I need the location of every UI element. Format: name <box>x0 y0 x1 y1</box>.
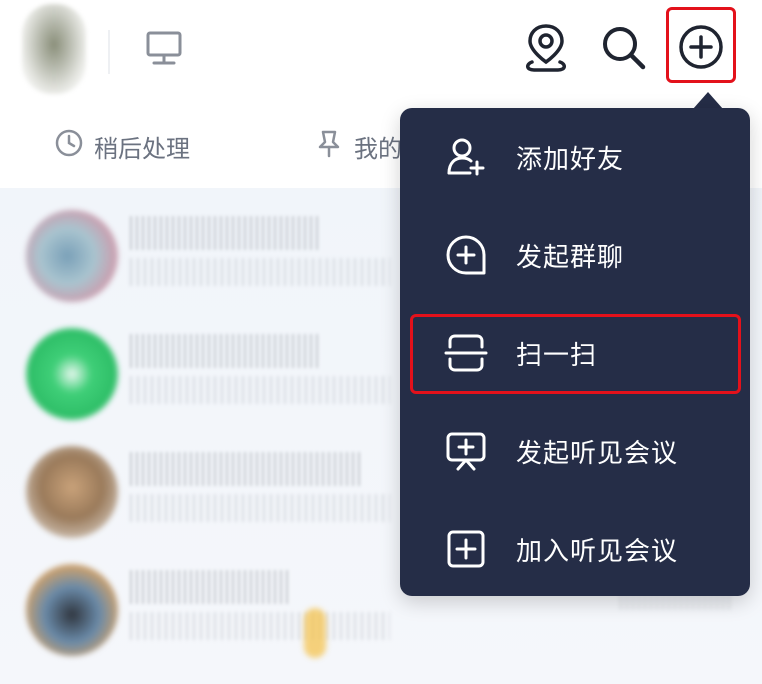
popup-arrow <box>693 92 723 109</box>
tab-mine[interactable]: 我的 <box>314 128 402 164</box>
chat-avatar <box>26 328 118 420</box>
search-icon[interactable] <box>598 22 650 74</box>
pin-icon <box>314 128 344 164</box>
start-meeting-icon <box>444 429 488 473</box>
location-icon[interactable] <box>522 22 570 74</box>
scan-item-highlight <box>410 314 741 394</box>
chat-preview-blurred <box>130 258 390 286</box>
desktop-icon[interactable] <box>144 28 184 68</box>
menu-item-start-meeting[interactable]: 发起听见会议 <box>400 402 750 500</box>
chat-preview-blurred <box>130 376 390 404</box>
top-bar <box>0 0 762 110</box>
menu-item-join-meeting[interactable]: 加入听见会议 <box>400 500 750 598</box>
chat-preview-blurred <box>130 612 390 640</box>
menu-item-label: 加入听见会议 <box>516 536 679 567</box>
menu-item-label: 发起听见会议 <box>516 438 679 469</box>
tab-later-label: 稍后处理 <box>94 134 190 163</box>
join-meeting-icon <box>444 527 488 571</box>
menu-item-add-friend[interactable]: 添加好友 <box>400 108 750 206</box>
chat-name-blurred <box>130 452 360 486</box>
plus-button-highlight <box>666 7 736 83</box>
add-friend-icon <box>444 135 488 179</box>
chat-avatar <box>26 446 118 538</box>
tab-later[interactable]: 稍后处理 <box>54 128 190 164</box>
header-divider <box>108 30 110 74</box>
menu-item-group-chat[interactable]: 发起群聊 <box>400 206 750 304</box>
menu-item-label: 添加好友 <box>516 144 625 175</box>
menu-item-label: 发起群聊 <box>516 242 625 273</box>
chat-name-blurred <box>130 216 320 250</box>
chat-name-blurred <box>130 334 320 368</box>
chat-avatar <box>26 210 118 302</box>
tab-mine-label: 我的 <box>354 134 402 163</box>
clock-icon <box>54 128 84 164</box>
chat-preview-blurred <box>130 494 390 522</box>
blurred-emoji <box>304 608 326 658</box>
chat-avatar <box>26 564 118 656</box>
my-avatar[interactable] <box>22 4 86 94</box>
chat-name-blurred <box>130 570 290 604</box>
group-chat-icon <box>444 233 488 277</box>
